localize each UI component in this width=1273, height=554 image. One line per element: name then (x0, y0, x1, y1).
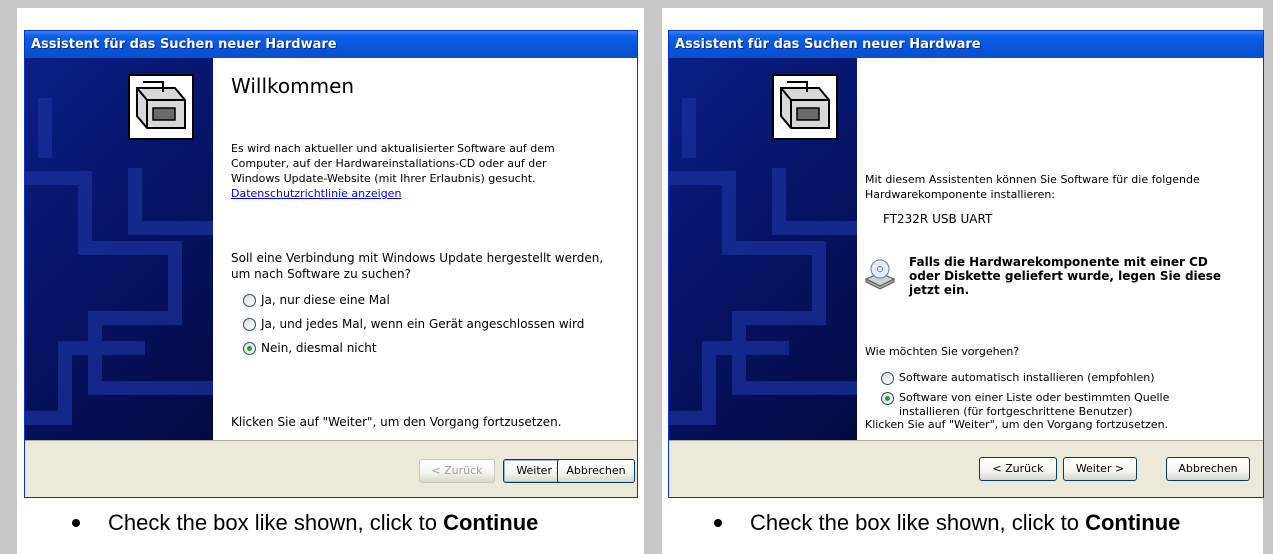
question-text: Soll eine Verbindung mit Windows Update … (231, 250, 603, 282)
intro-line: Windows Update-Website (mit Ihrer Erlaub… (231, 172, 536, 185)
frame-border-right (1263, 0, 1273, 554)
hardware-wizard-icon (128, 74, 194, 140)
radio-button-selected[interactable] (881, 392, 894, 405)
hardware-wizard-icon (772, 74, 838, 140)
dialog-titlebar[interactable]: Assistent für das Suchen neuer Hardware (669, 31, 1263, 58)
question-text: Wie möchten Sie vorgehen? (865, 345, 1020, 358)
question-line: Soll eine Verbindung mit Windows Update … (231, 251, 604, 265)
bullet-point (714, 519, 722, 527)
intro-text: Es wird nach aktueller und aktualisierte… (231, 141, 555, 201)
radio-button[interactable] (243, 294, 256, 307)
notice-line: jetzt ein. (909, 283, 970, 297)
radio-label[interactable]: Nein, diesmal nicht (261, 341, 377, 355)
intro-text: Mit diesem Assistenten können Sie Softwa… (865, 172, 1200, 202)
wizard-side-banner (25, 58, 213, 440)
caption-emphasis: Continue (1085, 510, 1181, 535)
radio-option-manual[interactable]: Software von einer Liste oder bestimmten… (881, 391, 1169, 419)
wizard-side-banner (669, 58, 857, 440)
caption-emphasis: Continue (443, 510, 539, 535)
radio-label[interactable]: Software von einer Liste oder bestimmten… (899, 391, 1169, 405)
instruction-caption: Check the box like shown, click to Conti… (714, 510, 1180, 536)
radio-option-always[interactable]: Ja, und jedes Mal, wenn ein Gerät angesc… (243, 317, 584, 331)
question-line: um nach Software zu suchen? (231, 267, 411, 281)
frame-border-top (0, 0, 1273, 8)
wizard-dialog-welcome: Assistent für das Suchen neuer Hardware … (24, 30, 638, 498)
radio-button-selected[interactable] (243, 342, 256, 355)
radio-option-automatic[interactable]: Software automatisch installieren (empfo… (881, 371, 1155, 385)
frame-divider (644, 0, 662, 554)
wizard-content: Willkommen Es wird nach aktueller und ak… (213, 58, 637, 440)
cancel-button[interactable]: Abbrechen (1166, 457, 1250, 481)
wizard-footer: < Zurück Weiter > Abbrechen (669, 440, 1263, 497)
radio-label-continued[interactable]: installieren (für fortgeschrittene Benut… (899, 405, 1169, 419)
notice-line: oder Diskette geliefert wurde, legen Sie… (909, 269, 1222, 283)
wizard-footer: < Zurück Weiter > Abbrechen (25, 440, 637, 497)
device-name: FT232R USB UART (883, 212, 993, 226)
intro-line: Es wird nach aktueller und aktualisierte… (231, 142, 555, 155)
radio-label[interactable]: Ja, und jedes Mal, wenn ein Gerät angesc… (261, 317, 584, 331)
privacy-policy-link[interactable]: Datenschutzrichtlinie anzeigen (231, 186, 555, 201)
wizard-dialog-install: Assistent für das Suchen neuer Hardware … (668, 30, 1264, 498)
next-button[interactable]: Weiter > (1063, 457, 1137, 481)
intro-line: Hardwarekomponente installieren: (865, 188, 1056, 201)
continue-hint: Klicken Sie auf "Weiter", um den Vorgang… (865, 418, 1169, 431)
bullet-point (72, 519, 80, 527)
dialog-titlebar[interactable]: Assistent für das Suchen neuer Hardware (25, 31, 637, 58)
notice-line: Falls die Hardwarekomponente mit einer C… (909, 255, 1208, 269)
intro-line: Computer, auf der Hardwareinstallations-… (231, 157, 547, 170)
radio-label-group[interactable]: Software von einer Liste oder bestimmten… (899, 391, 1169, 419)
insert-cd-notice: Falls die Hardwarekomponente mit einer C… (909, 255, 1221, 297)
back-button[interactable]: < Zurück (979, 457, 1057, 481)
caption-text: Check the box like shown, click to (108, 510, 437, 535)
cancel-button[interactable]: Abbrechen (557, 459, 635, 483)
radio-button[interactable] (243, 318, 256, 331)
banner-artwork (669, 74, 857, 425)
radio-button[interactable] (881, 372, 894, 385)
continue-hint: Klicken Sie auf "Weiter", um den Vorgang… (231, 415, 562, 429)
radio-option-once[interactable]: Ja, nur diese eine Mal (243, 293, 390, 307)
radio-label[interactable]: Software automatisch installieren (empfo… (899, 371, 1155, 384)
wizard-content: Mit diesem Assistenten können Sie Softwa… (857, 58, 1263, 440)
intro-line: Mit diesem Assistenten können Sie Softwa… (865, 173, 1200, 186)
instruction-caption: Check the box like shown, click to Conti… (72, 510, 538, 536)
banner-artwork (25, 74, 213, 425)
back-button[interactable]: < Zurück (419, 459, 495, 483)
frame-border-left (0, 0, 17, 554)
cd-drive-icon (864, 259, 896, 290)
radio-option-not-now[interactable]: Nein, diesmal nicht (243, 341, 377, 355)
page-title: Willkommen (231, 74, 355, 98)
caption-text: Check the box like shown, click to (750, 510, 1079, 535)
radio-label[interactable]: Ja, nur diese eine Mal (261, 293, 390, 307)
